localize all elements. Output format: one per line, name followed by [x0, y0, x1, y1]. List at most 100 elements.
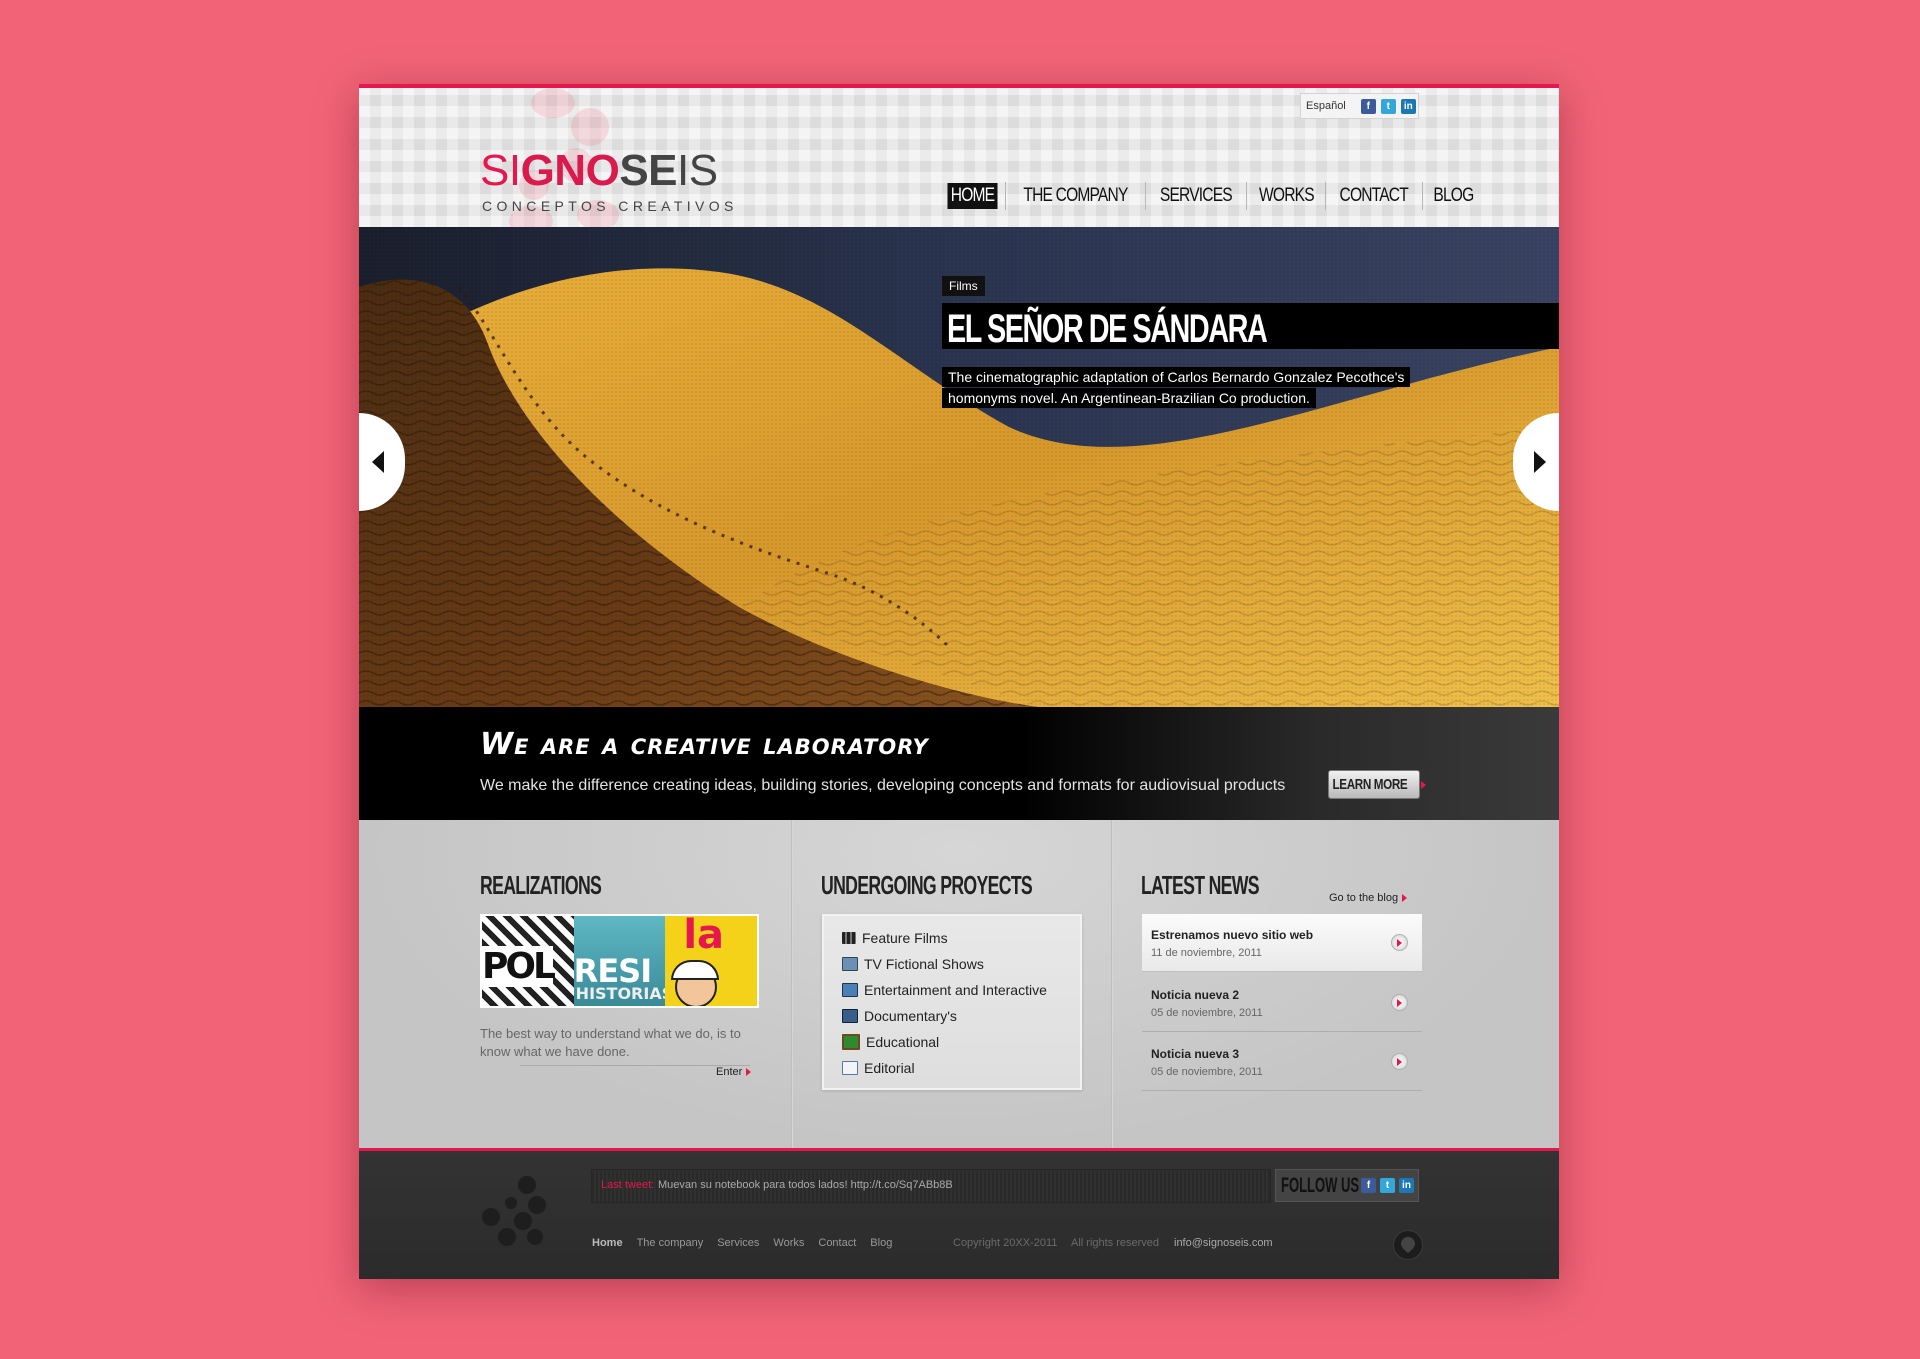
footer-nav-services[interactable]: Services [717, 1237, 759, 1249]
news-item[interactable]: Estrenamos nuevo sitio web 11 de noviemb… [1142, 914, 1422, 972]
website-mockup: SIGNOSEIS CONCEPTOS CREATIVOS Español f … [359, 84, 1559, 1279]
nav-divider [1421, 182, 1423, 210]
news-date: 05 de noviembre, 2011 [1151, 1066, 1263, 1078]
nav-divider [1245, 182, 1247, 210]
tweet-text[interactable]: Muevan su notebook para todos lados! htt… [658, 1179, 953, 1191]
content-area: REALIZATIONS POL RESI HISTORIAS la The b… [359, 820, 1559, 1148]
list-item-label: Educational [866, 1034, 940, 1050]
logo-part: SI [480, 146, 521, 195]
list-item[interactable]: Documentary's [842, 1008, 957, 1024]
main-nav: HOME THE COMPANY SERVICES WORKS CONTACT … [942, 180, 1482, 212]
column-divider [1111, 820, 1113, 1148]
clapperboard-icon [842, 932, 856, 944]
nav-home[interactable]: HOME [947, 183, 998, 209]
enter-label: Enter [716, 1066, 743, 1078]
play-icon [1397, 998, 1402, 1007]
facebook-icon[interactable]: f [1361, 1178, 1376, 1193]
list-item-label: TV Fictional Shows [864, 956, 984, 972]
go-to-blog-label: Go to the blog [1329, 892, 1399, 904]
list-item[interactable]: Editorial [842, 1060, 915, 1076]
logo-part: SE [619, 146, 678, 195]
slide-category-tag: Films [942, 276, 985, 296]
language-link[interactable]: Español [1306, 100, 1346, 112]
realizations-thumbnail[interactable]: POL RESI HISTORIAS la [480, 914, 759, 1008]
news-date: 11 de noviembre, 2011 [1151, 947, 1262, 959]
go-to-blog-link[interactable]: Go to the blog [1329, 892, 1408, 904]
tagline-banner: We are a creative laboratory We make the… [359, 707, 1559, 820]
book-icon [842, 1061, 858, 1075]
decor-bubble [571, 108, 609, 146]
news-date: 05 de noviembre, 2011 [1151, 1007, 1263, 1019]
projects-list: Feature Films TV Fictional Shows Enterta… [822, 914, 1082, 1090]
thumb-text: POL [482, 946, 556, 987]
footer-nav: Home The company Services Works Contact … [592, 1237, 892, 1249]
linkedin-icon[interactable]: in [1399, 1178, 1414, 1193]
list-item-label: Feature Films [862, 930, 948, 946]
arrow-right-icon [1402, 894, 1408, 902]
facebook-icon[interactable]: f [1360, 98, 1376, 114]
tweet-label: Last tweet: [601, 1179, 655, 1191]
nav-works[interactable]: WORKS [1255, 183, 1316, 209]
logo-part: IS [677, 146, 718, 195]
footer-nav-contact[interactable]: Contact [818, 1237, 856, 1249]
decor-bubble [531, 88, 575, 118]
map-pin-icon [1401, 1237, 1415, 1253]
footer-nav-home[interactable]: Home [592, 1237, 623, 1249]
follow-us-label: FOLLOW US [1281, 1173, 1360, 1197]
slide-description-text: The cinematographic adaptation of Carlos… [942, 367, 1411, 408]
thumb-text: la [683, 916, 725, 958]
list-item-label: Entertainment and Interactive [864, 982, 1047, 998]
list-item[interactable]: Entertainment and Interactive [842, 982, 1047, 998]
footer: Last tweet: Muevan su notebook para todo… [359, 1151, 1559, 1279]
thumb-poster-2: RESI HISTORIAS [573, 916, 666, 1006]
rights-text: All rights reserved [1071, 1237, 1160, 1249]
header: SIGNOSEIS CONCEPTOS CREATIVOS Español f … [359, 88, 1559, 236]
thumb-poster-1: POL [482, 916, 574, 1006]
language-social-bar: Español f t in [1300, 93, 1419, 119]
news-open-button[interactable] [1391, 1053, 1408, 1070]
banner-text: We make the difference creating ideas, b… [480, 777, 1286, 794]
news-title-text: Noticia nueva 2 [1151, 988, 1240, 1002]
twitter-icon[interactable]: t [1380, 1178, 1395, 1193]
blackboard-icon [842, 1034, 860, 1050]
footer-nav-works[interactable]: Works [773, 1237, 804, 1249]
nav-blog[interactable]: BLOG [1430, 183, 1477, 209]
news-title: LATEST NEWS [1141, 870, 1260, 900]
footer-nav-blog[interactable]: Blog [870, 1237, 892, 1249]
email-link[interactable]: info@signoseis.com [1174, 1237, 1273, 1249]
hero-image [359, 227, 1559, 707]
nav-services[interactable]: SERVICES [1157, 183, 1236, 209]
logo-tagline: CONCEPTOS CREATIVOS [482, 198, 738, 214]
nav-contact[interactable]: CONTACT [1337, 183, 1412, 209]
logo[interactable]: SIGNOSEIS [480, 149, 718, 193]
list-item-label: Editorial [864, 1060, 915, 1076]
twitter-icon[interactable]: t [1380, 98, 1396, 114]
slide-description: The cinematographic adaptation of Carlos… [942, 367, 1422, 409]
hero-slider: Films EL SEÑOR DE SÁNDARA The cinematogr… [359, 227, 1559, 707]
footer-nav-company[interactable]: The company [637, 1237, 704, 1249]
news-open-button[interactable] [1391, 934, 1408, 951]
learn-more-label: LEARN MORE [1332, 776, 1407, 793]
nav-the-company[interactable]: THE COMPANY [1020, 183, 1131, 209]
map-pin-button[interactable] [1393, 1230, 1423, 1260]
linkedin-icon[interactable]: in [1400, 98, 1416, 114]
footer-logo-icon [482, 1176, 546, 1246]
slide-title: EL SEÑOR DE SÁNDARA [947, 307, 1268, 351]
list-item[interactable]: Educational [842, 1034, 939, 1050]
news-open-button[interactable] [1391, 994, 1408, 1011]
realizations-text: The best way to understand what we do, i… [480, 1026, 741, 1059]
enter-link[interactable]: Enter [716, 1066, 752, 1078]
news-item[interactable]: Noticia nueva 2 05 de noviembre, 2011 [1142, 974, 1422, 1032]
news-item[interactable]: Noticia nueva 3 05 de noviembre, 2011 [1142, 1033, 1422, 1091]
list-item[interactable]: Feature Films [842, 930, 948, 946]
arrow-right-icon [746, 1068, 752, 1076]
nav-divider [1144, 182, 1146, 210]
learn-more-button[interactable]: LEARN MORE [1328, 770, 1427, 799]
tv-icon [842, 957, 858, 971]
nav-divider [1005, 182, 1006, 210]
arrow-left-icon [372, 451, 384, 473]
list-item[interactable]: TV Fictional Shows [842, 956, 984, 972]
follow-us-box: FOLLOW US f t in [1275, 1169, 1419, 1202]
realizations-title: REALIZATIONS [480, 870, 602, 900]
documents-icon [842, 1009, 858, 1023]
